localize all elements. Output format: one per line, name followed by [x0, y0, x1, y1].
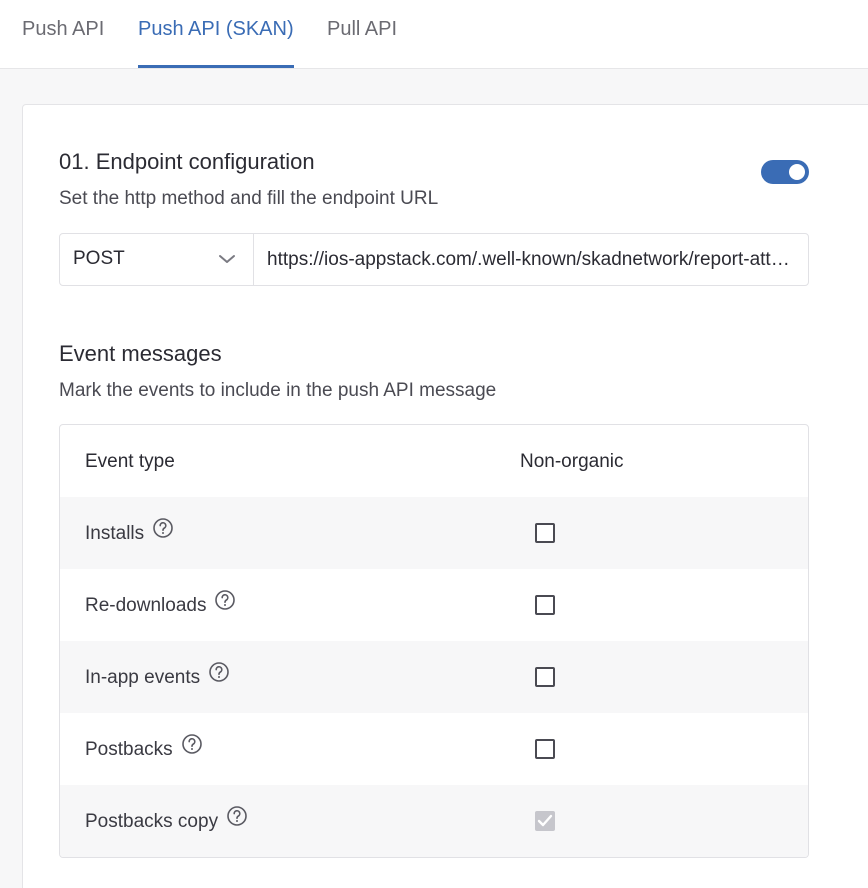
tab-bar: Push API Push API (SKAN) Pull API [0, 0, 868, 69]
non-organic-checkbox[interactable] [535, 523, 555, 543]
event-type-label: Postbacks [85, 739, 173, 760]
row-label: Installs [85, 518, 174, 545]
non-organic-checkbox[interactable] [535, 667, 555, 687]
row-label: Postbacks [85, 734, 203, 761]
endpoint-section-subtitle: Set the http method and fill the endpoin… [59, 188, 439, 209]
table-row: Postbacks copy [60, 785, 808, 857]
non-organic-checkbox[interactable] [535, 739, 555, 759]
event-type-label: In-app events [85, 667, 201, 688]
check-icon [537, 814, 553, 827]
table-row: Re-downloads [60, 569, 808, 641]
http-method-select[interactable]: POST [60, 234, 254, 285]
question-circle-icon[interactable] [208, 661, 230, 683]
tab-push-api[interactable]: Push API [22, 18, 104, 68]
endpoint-enable-toggle[interactable] [761, 160, 809, 184]
endpoint-url-input[interactable] [254, 234, 808, 285]
non-organic-checkbox-disabled [535, 811, 555, 831]
table-row: Installs [60, 497, 808, 569]
non-organic-checkbox[interactable] [535, 595, 555, 615]
events-section-title: Event messages [59, 341, 222, 366]
table-row: Postbacks [60, 713, 808, 785]
question-circle-icon[interactable] [226, 805, 248, 827]
event-type-label: Re-downloads [85, 595, 207, 616]
row-label: Postbacks copy [85, 806, 248, 833]
events-table: Event type Non-organic Installs Re-downl… [59, 424, 809, 858]
toggle-knob [789, 164, 805, 180]
endpoint-row: POST [59, 233, 809, 286]
chevron-down-icon [219, 255, 235, 263]
table-row: In-app events [60, 641, 808, 713]
events-section-subtitle: Mark the events to include in the push A… [59, 380, 497, 401]
event-type-label: Installs [85, 523, 145, 544]
question-circle-icon[interactable] [181, 733, 203, 755]
column-header-non-organic: Non-organic [520, 451, 624, 472]
question-circle-icon[interactable] [152, 517, 174, 539]
http-method-value: POST [73, 248, 125, 269]
tab-push-api-skan[interactable]: Push API (SKAN) [138, 18, 294, 68]
row-label: Re-downloads [85, 590, 236, 617]
table-header: Event type Non-organic [60, 425, 808, 497]
event-type-label: Postbacks copy [85, 811, 219, 832]
question-circle-icon[interactable] [214, 589, 236, 611]
row-label: In-app events [85, 662, 230, 689]
tab-pull-api[interactable]: Pull API [327, 18, 397, 68]
column-header-event-type: Event type [85, 451, 175, 472]
endpoint-section-title: 01. Endpoint configuration [59, 149, 315, 174]
